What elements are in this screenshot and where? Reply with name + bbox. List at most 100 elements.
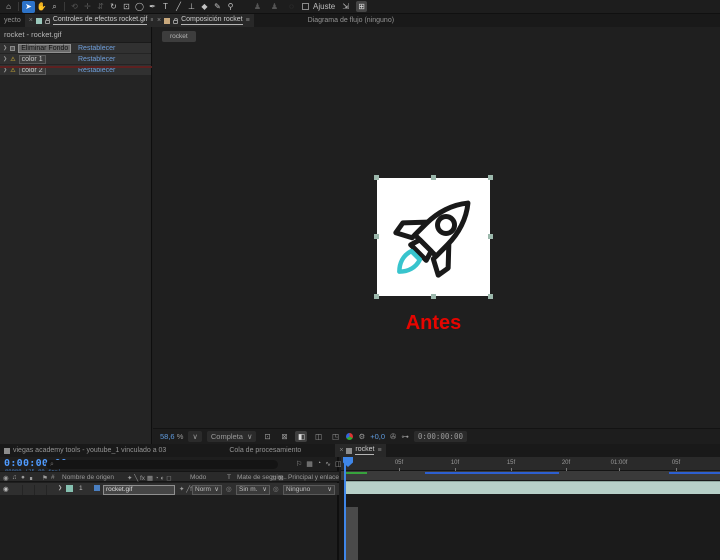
layer-eye-icon[interactable]: ◉	[3, 485, 9, 493]
comp-breadcrumb-button[interactable]: rocket	[162, 31, 196, 42]
reset-link[interactable]: Restablecer	[78, 56, 115, 63]
selection-handle[interactable]	[374, 234, 379, 239]
layer-color-label[interactable]	[66, 485, 73, 492]
shrink-icon[interactable]: ⇲	[339, 1, 352, 13]
shape-tool-icon[interactable]: ◯	[133, 1, 146, 13]
audio-cell[interactable]	[12, 485, 23, 495]
selection-handle[interactable]	[488, 234, 493, 239]
channel-icon[interactable]	[346, 433, 354, 440]
pan-camera-tool-icon[interactable]: ✛	[81, 1, 94, 13]
comp-timecode[interactable]: 0:00:00:00	[413, 431, 467, 442]
tab-composition[interactable]: × Composición rocket ≡	[153, 14, 254, 27]
choose-grid-icon[interactable]: ⊡	[261, 431, 273, 442]
audio-column-icon[interactable]: ♫	[12, 474, 17, 481]
matte-toggle-icons[interactable]: ⊡ ⊠	[271, 474, 284, 482]
layer-duration-bar[interactable]	[346, 481, 720, 494]
composition-tab-label: Composición rocket	[181, 16, 243, 25]
show-snapshot-icon[interactable]: ⊶	[401, 432, 409, 441]
guides-icon[interactable]: ◳	[329, 431, 341, 442]
tab-project[interactable]: yecto	[0, 14, 25, 27]
effect-enable-checkbox[interactable]	[10, 45, 16, 51]
selection-handle[interactable]	[374, 175, 379, 180]
exposure-value[interactable]: +0,0	[370, 432, 385, 441]
graph-editor-icon[interactable]: ∿	[325, 460, 331, 468]
selection-tool-icon[interactable]: ➤	[22, 0, 35, 13]
zoom-value[interactable]: 58,6	[160, 432, 175, 441]
layer-row[interactable]: ◉ ❯ 1 rocket.gif ✦ ╱fx Norm ∨ ◎ Sin m. ∨ ◎…	[0, 483, 339, 495]
clone-stamp-tool-icon[interactable]: ⊥	[185, 1, 198, 13]
tab-effect-controls[interactable]: × Controles de efectos rocket.gif ≡	[24, 14, 159, 27]
twirl-icon[interactable]: ❯	[3, 45, 7, 51]
source-name-column-header[interactable]: Nombre de origen	[62, 474, 114, 481]
zoom-tool-icon[interactable]: ⌕	[48, 1, 61, 13]
brush-tool-icon[interactable]: ╱	[172, 1, 185, 13]
frame-blend-icon[interactable]: ▦	[306, 460, 313, 468]
effect-row[interactable]: ❯ ⚠ color 1 Restablecer	[0, 54, 151, 64]
tab-rocket-timeline[interactable]: × rocket ≡	[335, 444, 386, 457]
dolly-camera-tool-icon[interactable]: ⇵	[94, 1, 107, 13]
orbit-camera-tool-icon[interactable]: ⟲	[68, 1, 81, 13]
puppet-pin-tool-icon[interactable]: ⚲	[224, 1, 237, 13]
mode-column-header[interactable]: Modo	[190, 474, 206, 481]
matte-pick-icon[interactable]: ◎	[226, 485, 232, 493]
solo-column-icon[interactable]: ●	[21, 474, 25, 481]
selection-handle[interactable]	[374, 294, 379, 299]
pen-tool-icon[interactable]: ✒	[146, 1, 159, 13]
selection-handle[interactable]	[430, 175, 436, 180]
hand-tool-icon[interactable]: ✋	[35, 1, 48, 13]
eye-column-icon[interactable]: ◉	[3, 474, 9, 482]
layer-name-field[interactable]: rocket.gif	[103, 485, 175, 495]
mask-feather-icon[interactable]: ◌	[285, 1, 298, 13]
solo-cell[interactable]	[24, 485, 35, 495]
workspace-icon[interactable]: ⊞	[356, 1, 367, 12]
region-of-interest-icon[interactable]: ◫	[312, 431, 324, 442]
roto-brush-tool-icon[interactable]: ✎	[211, 1, 224, 13]
snapshot-camera-icon[interactable]: ✇	[390, 432, 396, 441]
effect-name[interactable]: Eliminar Fondo	[18, 43, 72, 53]
panel-menu-icon[interactable]: ≡	[377, 447, 381, 454]
mask-visibility-icon[interactable]: ⊠	[278, 431, 290, 442]
parent-pickwhip-icon[interactable]: ◎	[273, 485, 279, 493]
track-matte-dropdown[interactable]: Sin m. ∨	[236, 485, 270, 495]
tab-project-timeline[interactable]: viegas academy tools - youtube_1 vincula…	[0, 444, 170, 457]
selection-handle[interactable]	[488, 294, 493, 299]
tab-render-queue[interactable]: Cola de procesamiento	[225, 444, 305, 457]
timeline-search-input[interactable]: ⌕	[46, 460, 278, 469]
track-scrollbar[interactable]	[346, 507, 358, 560]
parent-link-column-header[interactable]: Principal y enlace	[288, 474, 339, 481]
close-icon[interactable]: ×	[157, 17, 161, 24]
blend-mode-dropdown[interactable]: Norm ∨	[192, 485, 222, 495]
parent-link-dropdown[interactable]: Ninguno ∨	[283, 485, 335, 495]
gear-icon[interactable]: ⚙	[358, 432, 365, 441]
type-tool-icon[interactable]: T	[159, 1, 172, 13]
zoom-dropdown[interactable]: ∨	[188, 431, 202, 442]
selection-handle[interactable]	[430, 294, 436, 299]
twirl-icon[interactable]: ❯	[3, 56, 7, 62]
home-icon[interactable]: ⌂	[2, 1, 15, 13]
lock-cell[interactable]	[36, 485, 47, 495]
person-icon[interactable]: ♟	[268, 1, 281, 13]
close-icon[interactable]: ×	[339, 447, 343, 454]
layer-twirl-icon[interactable]: ❯	[58, 485, 62, 491]
effect-name[interactable]: color 1	[18, 54, 46, 64]
reset-link[interactable]: Restablecer	[78, 45, 115, 52]
work-area-bar[interactable]	[341, 471, 720, 481]
close-icon[interactable]: ×	[29, 17, 33, 24]
snap-checkbox[interactable]	[302, 3, 309, 10]
transparency-grid-icon[interactable]: ◧	[295, 431, 308, 442]
person-icon[interactable]: ♟	[251, 1, 264, 13]
selection-handle[interactable]	[488, 175, 493, 180]
motion-blur-icon[interactable]: ◔	[317, 460, 321, 468]
eraser-tool-icon[interactable]: ◆	[198, 1, 211, 13]
resolution-dropdown[interactable]: Completa ∨	[206, 431, 257, 442]
playhead-line[interactable]	[343, 457, 353, 560]
tab-flowchart[interactable]: Diagrama de flujo (ninguno)	[304, 14, 398, 27]
effect-row[interactable]: ❯ Eliminar Fondo Restablecer	[0, 43, 151, 53]
rocket-layer[interactable]	[374, 175, 493, 299]
rotation-tool-icon[interactable]: ↻	[107, 1, 120, 13]
comp-shy-icon[interactable]: ⚐	[296, 460, 302, 468]
time-ruler[interactable]: 05f 10f 15f 20f 01:00f 05f	[341, 457, 720, 471]
pan-behind-tool-icon[interactable]: ⊡	[120, 1, 133, 13]
panel-menu-icon[interactable]: ≡	[246, 17, 250, 24]
lock-column-icon[interactable]: ∎	[29, 474, 33, 482]
